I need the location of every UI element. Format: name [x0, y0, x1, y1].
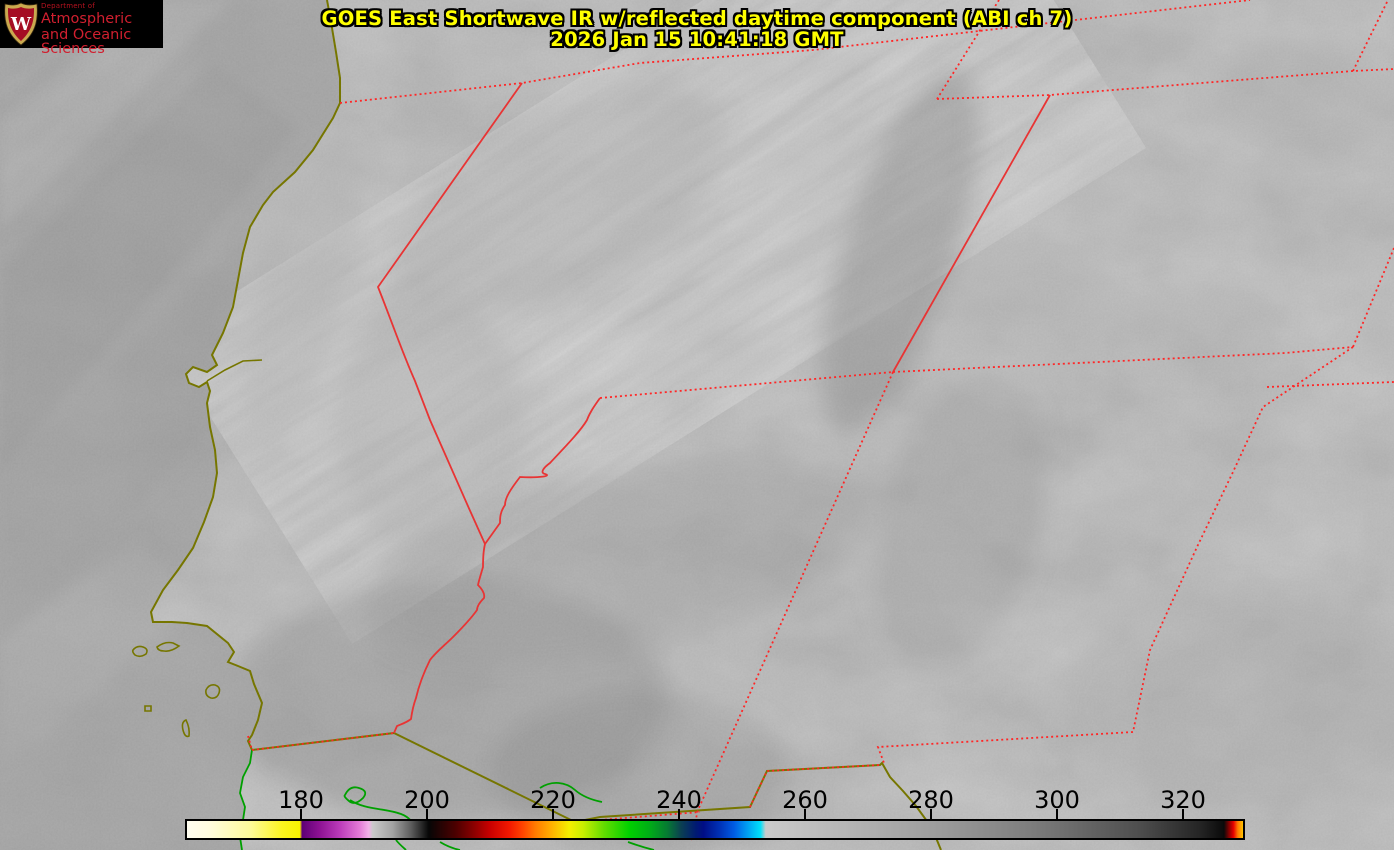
satellite-image-viewport: W Department of Atmospheric and Oceanic … — [0, 0, 1394, 850]
colorbar-tick-label: 180 — [256, 786, 346, 814]
colorbar-tick-label: 200 — [382, 786, 472, 814]
colorbar-tick-label: 300 — [1012, 786, 1102, 814]
colorbar-tick-label: 220 — [508, 786, 598, 814]
image-timestamp: 2026 Jan 15 10:41:18 GMT — [0, 28, 1394, 51]
colorbar-tick-label: 280 — [886, 786, 976, 814]
satellite-map — [0, 0, 1394, 850]
image-title: GOES East Shortwave IR w/reflected dayti… — [0, 7, 1394, 30]
colorbar-tick-label: 320 — [1138, 786, 1228, 814]
temperature-colorbar — [185, 819, 1245, 840]
colorbar-tick-label: 260 — [760, 786, 850, 814]
colorbar-tick-label: 240 — [634, 786, 724, 814]
